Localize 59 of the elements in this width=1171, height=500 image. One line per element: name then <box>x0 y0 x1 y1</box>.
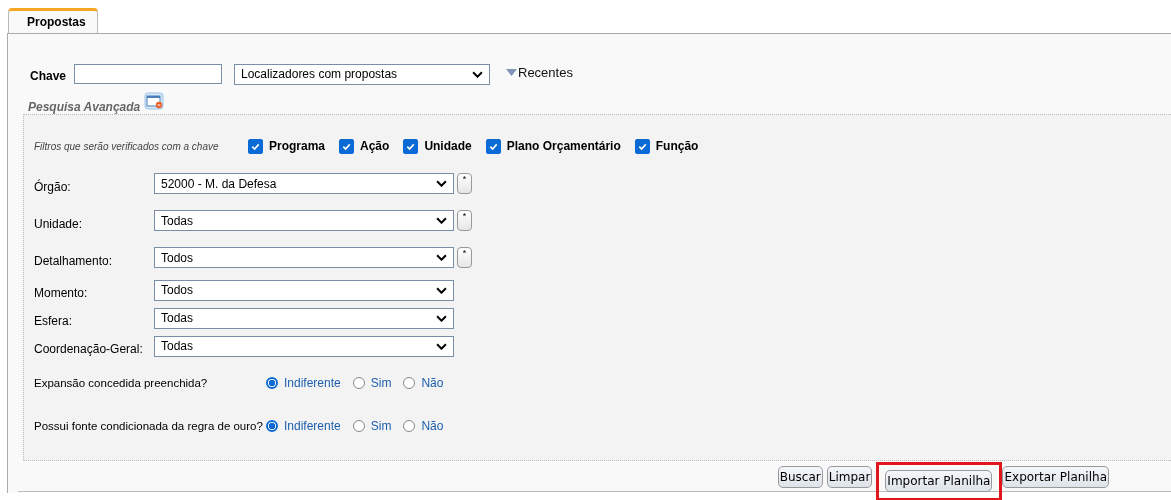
chevron-icon <box>472 70 483 78</box>
radio-label: Não <box>421 375 444 390</box>
window-icon[interactable] <box>144 92 165 110</box>
key-field[interactable] <box>74 64 222 84</box>
radio-label: Indiferente <box>284 418 341 433</box>
radio-button[interactable] <box>352 376 365 389</box>
question-label: Possui fonte condicionada da regra de ouro? <box>34 419 264 432</box>
tab[interactable]: Propostas <box>8 8 98 33</box>
scope-select[interactable]: Localizadores com propostas <box>234 63 490 85</box>
radio-button[interactable] <box>266 376 278 389</box>
checkbox[interactable] <box>634 138 650 154</box>
field-label: Momento: <box>34 285 89 300</box>
filter-select[interactable]: Todas <box>154 210 454 231</box>
filter-select[interactable]: 52000 - M. da Defesa <box>154 173 454 194</box>
action-button[interactable]: Exportar Planilha <box>1002 466 1109 488</box>
checkbox-label: Unidade <box>424 139 472 153</box>
chevron-icon <box>436 180 447 187</box>
chevron-icon <box>436 286 447 294</box>
checkbox-label: Função <box>655 139 699 153</box>
filter-select[interactable]: Todas <box>154 335 454 357</box>
reset-button[interactable]: * <box>457 247 472 268</box>
chevron-icon <box>436 217 447 224</box>
radio-button[interactable] <box>403 376 416 389</box>
checkbox-label: Programa <box>269 139 326 153</box>
field-label: Coordenação-Geral: <box>34 341 144 356</box>
radio-button[interactable] <box>266 419 278 432</box>
radio-button[interactable] <box>403 419 416 432</box>
reset-button[interactable]: * <box>457 173 472 194</box>
checkbox[interactable] <box>485 138 501 154</box>
radio-label: Sim <box>370 418 392 433</box>
reset-button[interactable]: * <box>457 210 472 231</box>
chevron-icon <box>436 254 447 261</box>
filter-select[interactable]: Todos <box>154 279 454 301</box>
question-label: Expansão concedida preenchida? <box>34 376 209 389</box>
checkbox[interactable] <box>339 138 355 154</box>
chevron-icon <box>436 314 447 322</box>
filter-select[interactable]: Todas <box>154 307 454 329</box>
checkbox-label: Plano Orçamentário <box>506 139 621 153</box>
filter-select[interactable]: Todos <box>154 247 454 268</box>
checkbox-label: Ação <box>360 139 390 153</box>
recent-link[interactable]: Recentes <box>506 64 573 80</box>
checkbox[interactable] <box>248 138 263 154</box>
field-label: Esfera: <box>34 313 73 328</box>
action-button[interactable]: Importar Planilha <box>885 469 993 492</box>
key-label: Chave <box>30 68 68 83</box>
radio-label: Sim <box>370 375 392 390</box>
action-button[interactable]: Limpar <box>826 466 873 488</box>
advanced-search-title: Pesquisa Avançada <box>28 100 141 114</box>
action-button[interactable]: Buscar <box>777 466 823 488</box>
radio-button[interactable] <box>352 419 365 432</box>
triangle-icon <box>506 68 517 76</box>
field-label: Detalhamento: <box>34 252 114 268</box>
chevron-icon <box>436 342 447 350</box>
filters-hint: Filtros que serão verificados com a chave <box>34 140 220 152</box>
radio-label: Indiferente <box>284 375 341 390</box>
checkbox[interactable] <box>403 138 419 154</box>
field-label: Órgão: <box>34 178 72 194</box>
radio-label: Não <box>421 418 444 433</box>
field-label: Unidade: <box>34 215 84 231</box>
